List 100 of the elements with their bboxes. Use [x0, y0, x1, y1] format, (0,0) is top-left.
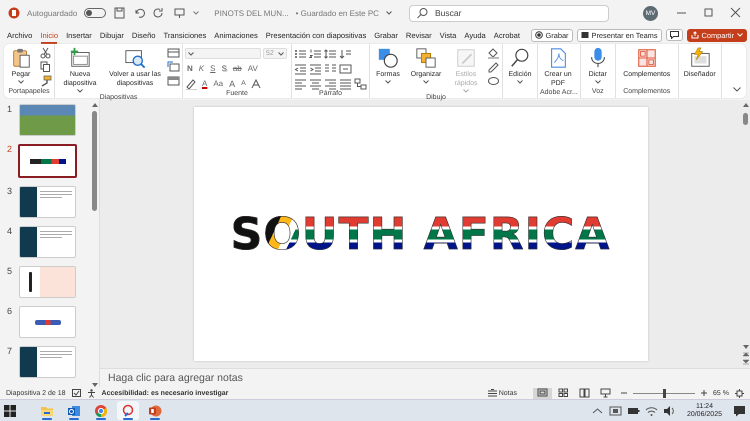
fit-to-window-icon — [735, 388, 744, 398]
outline-icon — [487, 61, 500, 73]
record-icon — [534, 31, 543, 39]
align-right-icon — [324, 78, 337, 90]
caret-icon — [77, 89, 83, 93]
caret-icon — [386, 11, 392, 15]
notification-icon — [733, 404, 746, 416]
caret-icon — [463, 89, 469, 93]
caret-icon — [18, 80, 24, 84]
share-icon — [690, 31, 699, 39]
slide-number: 2 — [7, 144, 13, 154]
chevron-down-icon — [733, 87, 741, 92]
presentation-app-icon — [148, 404, 162, 418]
search-field[interactable]: Buscar — [408, 4, 609, 22]
highlighter-icon — [185, 78, 198, 90]
book-icon — [579, 388, 590, 398]
arrange-icon — [415, 47, 437, 69]
slider-thumb[interactable] — [662, 388, 666, 398]
view-button[interactable] — [533, 388, 552, 398]
effects-icon — [487, 75, 500, 87]
normal-view-icon — [537, 388, 548, 398]
zoom-out-icon — [621, 390, 628, 396]
slide-number: 7 — [7, 346, 13, 356]
slide-number: 3 — [7, 186, 13, 196]
clipboard-icon — [10, 47, 32, 69]
font-name-field[interactable] — [185, 48, 261, 59]
autosave-toggle[interactable] — [84, 8, 106, 18]
format-button[interactable]: Aa — [211, 79, 226, 88]
search-icon — [509, 47, 531, 69]
format-button[interactable]: S — [219, 64, 229, 73]
caret-icon — [278, 52, 284, 56]
save-icon — [113, 7, 126, 19]
fill-icon — [487, 47, 500, 59]
comment-icon — [670, 31, 679, 39]
slide-thumbnail[interactable] — [18, 144, 77, 178]
comments-button[interactable] — [666, 29, 683, 41]
section-icon — [167, 75, 180, 87]
caret-icon — [594, 80, 601, 84]
scissors-icon — [39, 47, 52, 59]
zoom-in-icon — [701, 390, 708, 396]
next-slide-icon — [742, 359, 748, 365]
designer-icon — [688, 47, 711, 69]
format-button[interactable]: N — [185, 64, 195, 73]
wifi-icon — [644, 404, 658, 416]
scrollbar-thumb[interactable] — [92, 111, 97, 211]
bullet-list-icon — [294, 48, 307, 60]
autosave-label: Autoguardado — [27, 8, 78, 18]
powerpoint-logo-icon — [8, 7, 20, 19]
text-align-icon — [339, 62, 352, 74]
format-button[interactable]: ab — [230, 64, 244, 73]
presenter-icon — [580, 31, 589, 39]
scroll-down-icon — [92, 383, 98, 387]
presentation-icon — [600, 388, 612, 398]
caret-icon — [517, 80, 523, 84]
grid-view-icon — [558, 388, 570, 398]
caret-icon — [423, 80, 429, 84]
smartart-icon — [354, 78, 367, 90]
numbered-list-icon — [309, 48, 322, 60]
presentation-icon — [173, 7, 186, 19]
columns-icon — [324, 62, 337, 74]
save-status[interactable]: • Guardado en Este PC — [296, 8, 379, 18]
copy-icon — [39, 61, 52, 73]
scrollbar-thumb[interactable] — [743, 113, 748, 125]
notes-icon — [488, 389, 497, 397]
reset-icon — [167, 61, 180, 73]
speaker-icon — [662, 404, 676, 416]
taskbar-app[interactable] — [117, 401, 139, 420]
clear-formatting-icon — [250, 78, 263, 90]
scroll-up-icon — [742, 103, 748, 107]
browser-icon — [94, 404, 108, 418]
format-button[interactable]: A — [227, 78, 238, 88]
slide-number: 1 — [7, 104, 13, 114]
accessibility-icon — [86, 388, 96, 398]
format-button[interactable]: A — [200, 79, 210, 88]
new-slide-icon — [69, 47, 91, 69]
format-painter-icon — [39, 75, 52, 87]
increase-indent-icon — [309, 62, 322, 74]
spellcheck-icon — [72, 389, 81, 397]
slide-search-icon — [124, 47, 146, 69]
format-button[interactable]: K — [196, 64, 206, 73]
line-spacing-icon — [324, 48, 337, 60]
justify-icon — [339, 78, 352, 90]
scroll-down-icon — [742, 345, 748, 349]
caret-icon — [188, 52, 194, 56]
align-left-icon — [294, 78, 307, 90]
undo-icon — [133, 7, 146, 19]
caret-icon — [385, 80, 391, 84]
format-button[interactable]: S — [208, 64, 218, 73]
format-button[interactable]: AV — [246, 64, 260, 73]
slide-number: 6 — [7, 306, 13, 316]
magnifier-app-icon — [121, 404, 135, 418]
maximize-icon — [702, 7, 715, 19]
document-title: PINOTS DEL MUN... — [214, 8, 289, 18]
shapes-icon — [377, 47, 399, 69]
slide-number: 4 — [7, 226, 13, 236]
grid-icon — [636, 47, 658, 69]
search-icon — [416, 7, 429, 19]
caret-icon — [737, 33, 743, 37]
scroll-up-icon — [92, 103, 98, 107]
styles-icon — [455, 47, 477, 69]
